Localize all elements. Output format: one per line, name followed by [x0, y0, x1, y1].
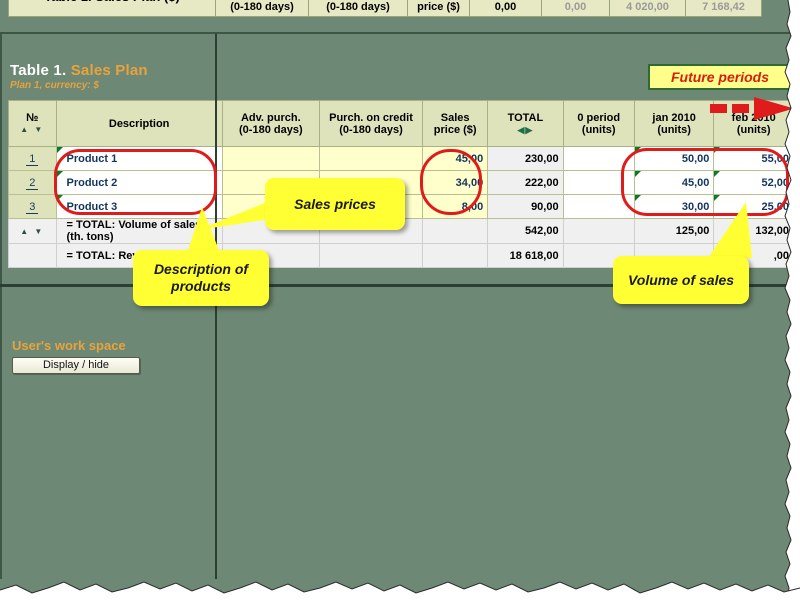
callout-volume-of-sales: Volume of sales: [613, 256, 749, 304]
col-header-adv-purch-l1: Adv. purch.: [240, 111, 301, 124]
col-header-adv-purch-l2: (0-180 days): [239, 123, 303, 136]
cell-total: 230,00: [487, 146, 564, 171]
col-header-no-label: №: [26, 111, 39, 124]
row-number: 1: [8, 146, 57, 171]
left-edge-line: [0, 34, 2, 579]
cell-jan-2010[interactable]: 50,00: [633, 146, 715, 171]
col-header-purch-credit-l2: (0-180 days): [339, 123, 403, 136]
callout-description-of-products: Description of products: [133, 250, 269, 306]
col-header-jan-2010[interactable]: jan 2010 (units): [633, 100, 715, 147]
cell-adv-purch[interactable]: [221, 146, 320, 171]
frozen-table-label: Table 1. Sales Plan ($): [8, 0, 216, 17]
col-header-zero-period-l2: (units): [581, 123, 616, 136]
spreadsheet-page: Table 1. Sales Plan ($) Adv. purch. Purc…: [0, 0, 800, 600]
cell-jan-2010[interactable]: 45,00: [633, 170, 715, 195]
frozen-value-feb-2010: 7 168,42: [685, 0, 762, 17]
cell-total: 90,00: [487, 194, 564, 219]
totals-sort-arrows-icon[interactable]: ▲ ▼: [8, 218, 57, 244]
cell-zero-period[interactable]: [562, 146, 635, 171]
frozen-header-table: Table 1. Sales Plan ($) Adv. purch. Purc…: [8, 0, 762, 17]
col-header-description[interactable]: Description: [55, 100, 223, 147]
col-header-total-label: TOTAL: [507, 111, 544, 124]
callout-sales-prices: Sales prices: [265, 178, 405, 230]
sort-arrows-icon[interactable]: ▲ ▼: [13, 124, 52, 136]
torn-edge-right: [784, 0, 800, 600]
cell-description[interactable]: Product 1: [55, 146, 223, 171]
totals-sales-price-revenue: [422, 243, 489, 268]
totals-zero-period-volume: [562, 218, 635, 244]
frozen-value-jan-2010: 4 020,00: [609, 0, 686, 17]
cell-sales-price[interactable]: 45,00: [422, 146, 489, 171]
table-row[interactable]: 1 Product 1 45,00 230,00 50,00 55,00: [8, 146, 794, 171]
user-workspace-block: User's work space Display / hide: [12, 338, 140, 374]
totals-sales-price-volume: [422, 218, 489, 244]
cell-zero-period[interactable]: [562, 194, 635, 219]
col-header-sales-price-l2: price ($): [433, 123, 477, 136]
frozen-col-sales-price-l2: price ($): [407, 0, 470, 17]
cell-purch-credit[interactable]: [318, 146, 424, 171]
display-hide-button[interactable]: Display / hide: [12, 357, 140, 374]
cell-zero-period[interactable]: [562, 170, 635, 195]
col-header-jan-2010-l1: jan 2010: [652, 111, 696, 124]
page-subtitle: Plan 1, currency: $: [10, 80, 99, 91]
page-title: Table 1. Sales Plan: [10, 62, 148, 79]
frozen-value-min: 0,00: [469, 0, 542, 17]
horizontal-scroll-arrows-icon[interactable]: ◀▶: [492, 124, 558, 136]
frozen-header-strip: Table 1. Sales Plan ($) Adv. purch. Purc…: [0, 0, 794, 34]
header-divider: [0, 32, 794, 34]
totals-spacer: [8, 243, 57, 268]
col-header-sales-price[interactable]: Sales price ($): [422, 100, 489, 147]
col-header-purch-credit[interactable]: Purch. on credit (0-180 days): [318, 100, 424, 147]
totals-total-revenue: 18 618,00: [487, 243, 564, 268]
col-header-purch-credit-l1: Purch. on credit: [329, 111, 413, 124]
callout-future-periods: Future periods: [648, 64, 792, 90]
title-accent: Sales Plan: [70, 62, 148, 79]
frozen-value-zero-period: 0,00: [541, 0, 610, 17]
cell-total: 222,00: [487, 170, 564, 195]
title-block: Table 1. Sales Plan Plan 1, currency: $: [10, 62, 148, 91]
totals-total-volume: 542,00: [487, 218, 564, 244]
callout-tail-volume-of-sales: [708, 202, 752, 258]
cell-sales-price[interactable]: 8,00: [422, 194, 489, 219]
frozen-col-purch-credit-l2: (0-180 days): [308, 0, 408, 17]
col-header-no[interactable]: № ▲ ▼: [8, 100, 57, 147]
col-header-description-label: Description: [108, 117, 170, 130]
workspace-title: User's work space: [12, 338, 126, 353]
col-header-total[interactable]: TOTAL ◀▶: [487, 100, 564, 147]
title-prefix: Table 1.: [10, 62, 71, 79]
vertical-divider-line: [215, 34, 217, 579]
col-header-jan-2010-l2: (units): [657, 123, 691, 136]
cell-sales-price[interactable]: 34,00: [422, 170, 489, 195]
col-header-zero-period-l1: 0 period: [577, 111, 621, 124]
row-number: 2: [8, 170, 57, 195]
frozen-col-adv-purch-l2: (0-180 days): [215, 0, 309, 17]
row-number: 3: [8, 194, 57, 219]
col-header-adv-purch[interactable]: Adv. purch. (0-180 days): [221, 100, 320, 147]
col-header-zero-period[interactable]: 0 period (units): [562, 100, 635, 147]
totals-purch-credit-revenue: [318, 243, 424, 268]
col-header-sales-price-l1: Sales: [440, 111, 470, 124]
torn-edge-bottom: [0, 581, 800, 600]
table-header-row: № ▲ ▼ Description Adv. purch. (0-180 day…: [8, 100, 794, 147]
